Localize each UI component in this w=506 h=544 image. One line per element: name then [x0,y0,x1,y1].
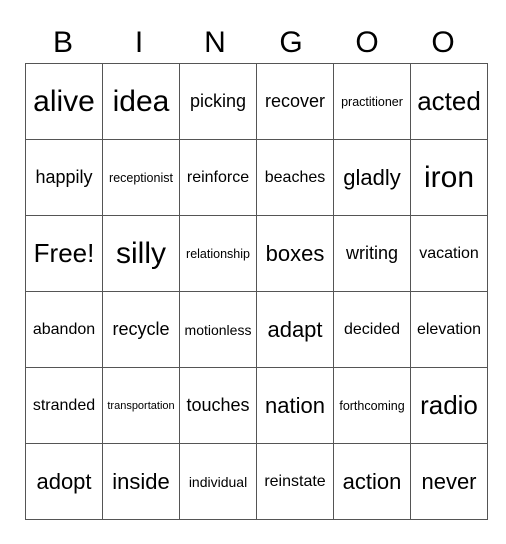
bingo-cell: recycle [102,291,180,368]
bingo-cell: iron [410,139,488,216]
header-letter: G [279,26,303,59]
bingo-cell: acted [410,63,488,140]
header-letter: I [134,26,144,59]
bingo-cell: vacation [410,215,488,292]
bingo-cell: never [410,443,488,520]
bingo-cell: transportation [102,367,180,444]
bingo-cell: forthcoming [333,367,411,444]
bingo-cell: boxes [256,215,334,292]
bingo-cell: receptionist [102,139,180,216]
bingo-cell: beaches [256,139,334,216]
header-letter: O [355,26,379,59]
bingo-cell: gladly [333,139,411,216]
bingo-cell: practitioner [333,63,411,140]
bingo-cell: recover [256,63,334,140]
header-letter: N [204,26,226,59]
bingo-cell: touches [179,367,257,444]
bingo-cell: alive [25,63,103,140]
bingo-cell: individual [179,443,257,520]
bingo-header: B I N G O O [25,24,481,62]
bingo-cell: action [333,443,411,520]
grid-row: Free! silly relationship boxes writing v… [25,215,488,292]
bingo-cell: abandon [25,291,103,368]
bingo-cell: nation [256,367,334,444]
header-letter: O [431,26,455,59]
header-letter: B [52,26,73,59]
bingo-cell: radio [410,367,488,444]
bingo-cell: idea [102,63,180,140]
bingo-cell: adapt [256,291,334,368]
bingo-cell: elevation [410,291,488,368]
bingo-cell: stranded [25,367,103,444]
bingo-cell: reinforce [179,139,257,216]
bingo-cell: relationship [179,215,257,292]
bingo-cell: reinstate [256,443,334,520]
bingo-cell: happily [25,139,103,216]
grid-row: adopt inside individual reinstate action… [25,443,488,520]
bingo-cell: picking [179,63,257,140]
bingo-cell: writing [333,215,411,292]
grid-row: abandon recycle motionless adapt decided… [25,291,488,368]
bingo-cell: inside [102,443,180,520]
grid-row: stranded transportation touches nation f… [25,367,488,444]
bingo-cell: silly [102,215,180,292]
bingo-cell: adopt [25,443,103,520]
bingo-card-grid: alive idea picking recover practitioner … [25,63,488,520]
grid-row: alive idea picking recover practitioner … [25,63,488,140]
bingo-cell: motionless [179,291,257,368]
bingo-cell: decided [333,291,411,368]
grid-row: happily receptionist reinforce beaches g… [25,139,488,216]
free-space-cell: Free! [25,215,103,292]
